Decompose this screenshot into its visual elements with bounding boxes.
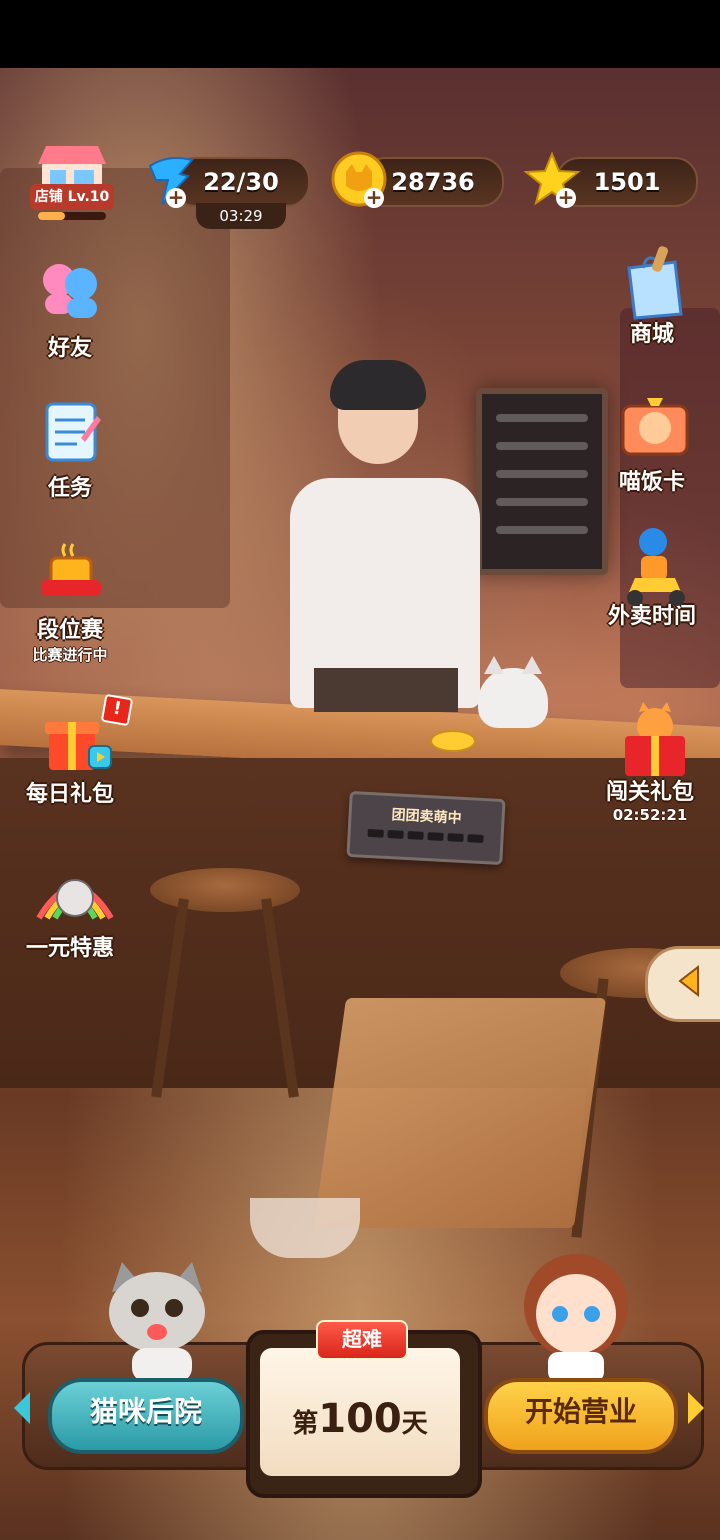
cat-backyard-button[interactable]: 猫咪后院 (48, 1378, 244, 1454)
special-offer-button[interactable]: 一元特惠 (20, 858, 120, 962)
wall-cabinet (620, 308, 720, 688)
rainbow-cat-icon (35, 858, 114, 928)
menu-board (476, 388, 608, 575)
cat-ear (484, 656, 504, 674)
coins-on-counter[interactable] (430, 730, 476, 752)
scroll-left-arrow-icon[interactable] (14, 1392, 30, 1424)
stage-day: 第100天 (260, 1396, 460, 1442)
tasks-icon (35, 398, 105, 468)
notification-alert-icon: ! (100, 693, 134, 727)
tasks-button[interactable]: 任务 (20, 398, 120, 502)
sign-text: 团团卖萌中 (391, 807, 462, 827)
sign-progress (350, 828, 500, 844)
store-button[interactable]: 商城 (602, 244, 702, 348)
tasks-label: 任务 (47, 476, 92, 501)
gift-box-icon: ! (35, 693, 134, 774)
stamina-value: 22/30 (203, 168, 279, 196)
stars-add-button[interactable]: + (556, 187, 576, 208)
shop-level-label: 店铺 Lv.10 (30, 184, 114, 210)
ranked-match-button[interactable]: 段位赛 比赛进行中 (20, 540, 120, 665)
stage-card-inner: 第100天 (260, 1348, 460, 1476)
cat-gift-box-icon (615, 702, 685, 776)
barista-hair (330, 360, 426, 410)
cat-card-icon (617, 392, 689, 462)
stamina-add-button[interactable]: + (166, 187, 186, 208)
barista-character[interactable] (280, 360, 490, 728)
stool-left (150, 868, 300, 912)
friends-icon (35, 258, 105, 328)
ranked-match-label: 段位赛 (36, 618, 103, 643)
side-panel-toggle[interactable] (645, 946, 720, 1022)
stars-value: 1501 (593, 168, 661, 196)
hanging-sign: 团团卖萌中 (346, 790, 506, 866)
barista-apron (314, 668, 458, 712)
friends-button[interactable]: 好友 (20, 258, 120, 362)
delivery-scooter-icon (617, 526, 687, 606)
stamina-timer: 03:29 (196, 203, 286, 229)
day-prefix: 第 (292, 1409, 319, 1439)
cat-ear (522, 656, 542, 674)
meal-card-button[interactable]: 喵饭卡 (602, 392, 702, 496)
scroll-right-arrow-icon[interactable] (688, 1392, 704, 1424)
delivery-button[interactable]: 外卖时间 (602, 526, 702, 630)
start-business-button[interactable]: 开始营业 (484, 1378, 678, 1454)
meal-card-label: 喵饭卡 (618, 470, 685, 495)
day-suffix: 天 (401, 1409, 428, 1439)
stage-gift-timer: 02:52:21 (612, 806, 688, 824)
arrow-left-icon (678, 964, 699, 998)
tabby-cat-mascot (109, 1262, 205, 1382)
coins-add-button[interactable]: + (364, 187, 384, 208)
store-label: 商城 (629, 322, 674, 347)
difficulty-badge: 超难 (316, 1320, 408, 1360)
special-offer-label: 一元特惠 (25, 936, 114, 961)
cat-on-counter[interactable] (478, 656, 548, 728)
daily-gift-label: 每日礼包 (25, 782, 114, 807)
shop-level-button[interactable]: 店铺 Lv.10 (30, 140, 114, 224)
coffee-cup (250, 1198, 360, 1258)
shopping-bag-icon (617, 244, 687, 320)
trophy-cup-icon (35, 540, 105, 610)
table (313, 998, 607, 1228)
daily-gift-button[interactable]: ! 每日礼包 (20, 693, 134, 808)
shop-level-progress (38, 212, 106, 220)
day-number: 100 (318, 1396, 402, 1442)
friends-label: 好友 (47, 336, 92, 361)
coins-value: 28736 (391, 168, 475, 196)
waitress-mascot (524, 1254, 628, 1382)
ranked-match-status: 比赛进行中 (32, 646, 108, 664)
stage-gift-button[interactable]: 闯关礼包 02:52:21 (600, 702, 700, 824)
